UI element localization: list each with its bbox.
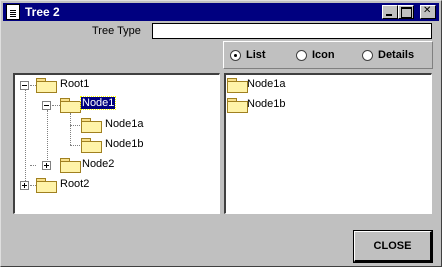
tree-connector [70,125,80,126]
tree-view[interactable]: Root1 Node1 Node1a Node1b Node2 Root2 [13,73,220,214]
title-bar[interactable]: Tree 2 [3,3,439,21]
radio-list-label[interactable]: List [246,49,266,61]
window-title: Tree 2 [25,5,60,19]
tree-node-label[interactable]: Root1 [60,78,89,90]
folder-icon [60,98,81,113]
tree-connector [47,110,48,166]
close-window-button[interactable] [420,5,436,19]
folder-icon [36,78,57,93]
tree-connector [25,89,26,185]
tree-node-label[interactable]: Root2 [60,178,89,190]
radio-details-label[interactable]: Details [378,49,414,61]
tree-type-input[interactable] [152,23,432,39]
folder-icon [227,78,248,93]
collapse-toggle-node1[interactable] [42,101,51,110]
expand-toggle-node2[interactable] [42,161,51,170]
tree-connector [52,105,60,106]
list-item-label[interactable]: Node1b [247,98,286,110]
folder-icon [81,138,102,153]
tree-connector [70,113,71,145]
folder-icon [227,98,248,113]
list-item-label[interactable]: Node1a [247,78,286,90]
tree-window: Tree 2 Tree Type List Icon Details [0,0,442,267]
collapse-toggle-root1[interactable] [20,81,29,90]
tree-connector [70,145,80,146]
tree-node-label[interactable]: Node2 [82,158,114,170]
view-mode-group: List Icon Details [223,41,433,69]
radio-details-indicator[interactable] [362,50,373,61]
tree-node-label[interactable]: Node1 [79,96,117,110]
folder-icon [81,118,102,133]
tree-connector [30,165,36,166]
app-icon[interactable] [6,4,20,20]
list-view[interactable]: Node1a Node1b [224,73,432,214]
maximize-button[interactable] [398,5,414,19]
folder-icon [60,158,81,173]
radio-icon-label[interactable]: Icon [312,49,335,61]
close-button[interactable]: CLOSE [353,230,433,263]
folder-icon [36,178,57,193]
tree-node-label[interactable]: Node1b [105,138,144,150]
tree-type-label: Tree Type [92,25,141,37]
radio-list-indicator[interactable] [230,50,241,61]
tree-node-label[interactable]: Node1a [105,118,144,130]
expand-toggle-root2[interactable] [20,181,29,190]
radio-icon-indicator[interactable] [296,50,307,61]
minimize-button[interactable] [382,5,398,19]
